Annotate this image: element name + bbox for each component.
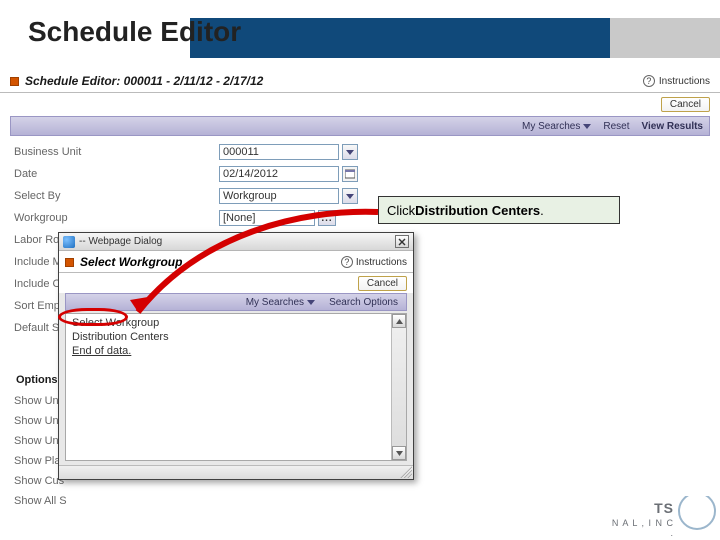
row-date: Date 02/14/2012 [14, 164, 710, 184]
workgroup-list: Select Workgroup Distribution Centers En… [66, 314, 391, 460]
instructions-label: Instructions [659, 76, 710, 87]
chevron-down-icon [346, 194, 354, 199]
callout-prefix: Click [387, 203, 415, 218]
scroll-up-button[interactable] [392, 314, 406, 328]
chevron-down-icon [396, 451, 403, 456]
resize-grip[interactable] [400, 466, 412, 478]
brand-text-1: TS [654, 500, 674, 516]
instructions-link[interactable]: ? Instructions [643, 75, 710, 87]
dialog-cancel-row: Cancel [59, 273, 413, 293]
chevron-up-icon [396, 319, 403, 324]
input-select-by[interactable]: Workgroup [219, 188, 339, 204]
cancel-button[interactable]: Cancel [661, 97, 710, 112]
dialog-cancel-button[interactable]: Cancel [358, 276, 407, 291]
help-icon: ? [643, 75, 655, 87]
title-right-block [610, 18, 720, 58]
row-business-unit: Business Unit 000011 [14, 142, 710, 162]
chevron-down-icon [307, 300, 315, 305]
chevron-down-icon [583, 124, 591, 129]
input-date[interactable]: 02/14/2012 [219, 166, 339, 182]
app-icon [65, 258, 74, 267]
slide-title: Schedule Editor [28, 16, 241, 48]
list-item[interactable]: Select Workgroup [66, 316, 391, 330]
date-picker-button[interactable] [342, 166, 358, 182]
dialog-instructions-link[interactable]: ? Instructions [341, 256, 407, 268]
help-icon: ? [341, 256, 353, 268]
globe-icon [678, 496, 716, 530]
chevron-down-icon [346, 150, 354, 155]
business-unit-dropdown-button[interactable] [342, 144, 358, 160]
view-results-link[interactable]: View Results [641, 121, 703, 132]
callout-suffix: . [540, 203, 544, 218]
my-searches-dropdown[interactable]: My Searches [522, 121, 591, 132]
brand-corner: TS N A L , I N C . [606, 496, 716, 536]
dialog-close-button[interactable] [395, 235, 409, 248]
input-workgroup[interactable]: [None] [219, 210, 315, 226]
editor-cancel-row: Cancel [0, 93, 720, 114]
callout-bold: Distribution Centers [415, 203, 540, 218]
end-of-data: End of data. [66, 344, 391, 358]
close-icon [398, 238, 406, 246]
label-business-unit: Business Unit [14, 146, 219, 158]
dialog-search-options-link[interactable]: Search Options [329, 297, 398, 308]
ie-icon [63, 236, 75, 248]
dialog-my-searches-label: My Searches [246, 297, 304, 308]
workgroup-browse-button[interactable]: ... [318, 210, 336, 226]
dialog-header: Select Workgroup ? Instructions [59, 251, 413, 273]
select-workgroup-dialog: -- Webpage Dialog Select Workgroup ? Ins… [58, 232, 414, 480]
input-business-unit[interactable]: 000011 [219, 144, 339, 160]
calendar-icon [345, 169, 355, 179]
title-band [190, 18, 610, 58]
editor-header: Schedule Editor: 000011 - 2/11/12 - 2/17… [0, 72, 720, 93]
label-select-by: Select By [14, 190, 219, 202]
dialog-scrollbar[interactable] [391, 314, 406, 460]
dialog-window-title: -- Webpage Dialog [79, 236, 162, 247]
brand-text-2: N A L , I N C . [606, 518, 674, 536]
reset-link[interactable]: Reset [603, 121, 629, 132]
dialog-title: Select Workgroup [80, 255, 182, 269]
scroll-track[interactable] [392, 328, 406, 446]
scroll-down-button[interactable] [392, 446, 406, 460]
slide-title-area: Schedule Editor [0, 0, 720, 72]
list-item-distribution-centers[interactable]: Distribution Centers [66, 330, 391, 344]
select-by-dropdown-button[interactable] [342, 188, 358, 204]
editor-title: Schedule Editor: 000011 - 2/11/12 - 2/17… [25, 74, 263, 88]
dialog-my-searches-dropdown[interactable]: My Searches [246, 297, 315, 308]
dialog-titlebar[interactable]: -- Webpage Dialog [59, 233, 413, 251]
instruction-callout: Click Distribution Centers . [378, 196, 620, 224]
dialog-body: Select Workgroup Distribution Centers En… [65, 313, 407, 461]
app-icon [10, 77, 19, 86]
dialog-instructions-label: Instructions [356, 257, 407, 268]
my-searches-label: My Searches [522, 121, 580, 132]
editor-search-bar: My Searches Reset View Results [10, 116, 710, 136]
label-date: Date [14, 168, 219, 180]
dialog-search-bar: My Searches Search Options [65, 293, 407, 311]
label-workgroup: Workgroup [14, 212, 219, 224]
dialog-status-bar [59, 465, 413, 479]
